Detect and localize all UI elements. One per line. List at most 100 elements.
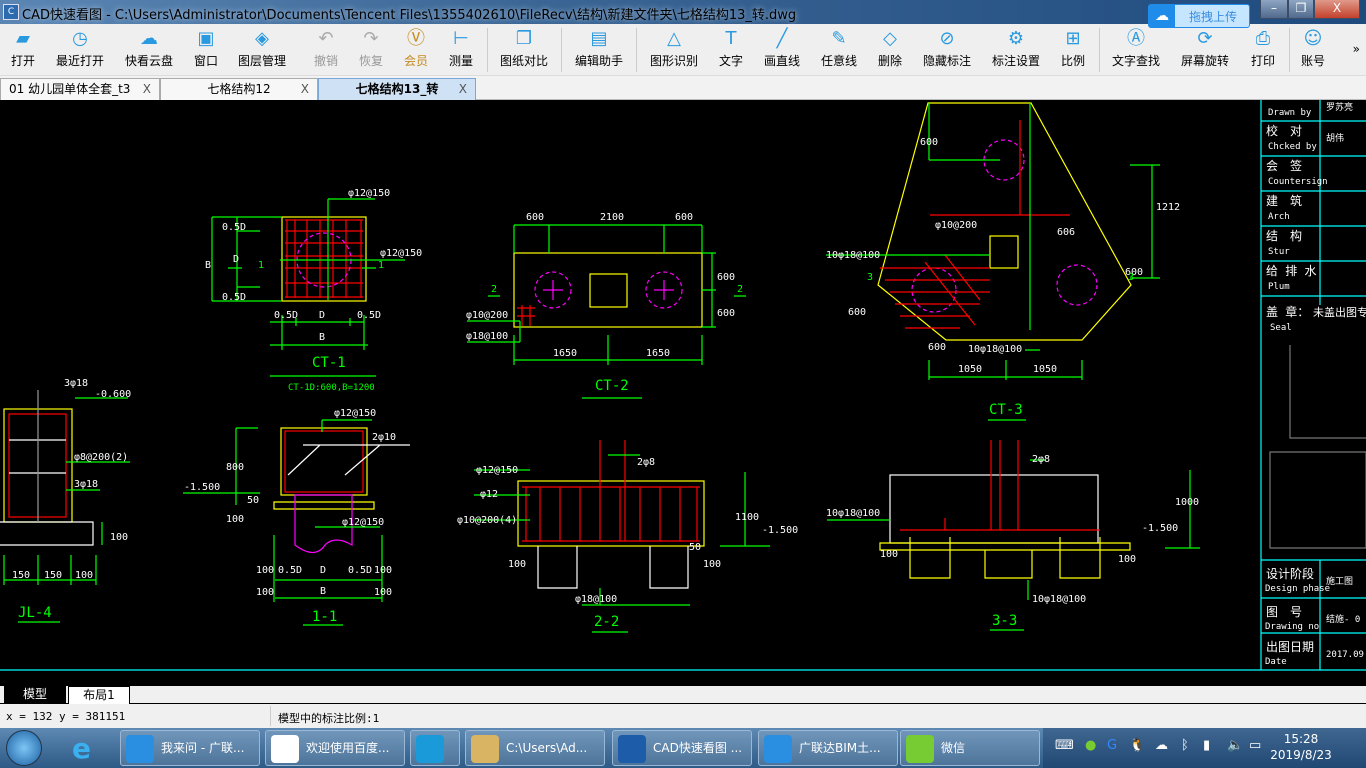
toolbar: ▰ 打开 ◷ 最近打开 ☁ 快看云盘 ▣ 窗口 ◈ 图层管理 ↶ 撤销 ↷ 恢复 Ⓥ 会员 ⊢ 测量 ❐ 图纸对比 ▤ 编…: [0, 24, 1366, 76]
keyboard-icon[interactable]: ⌨: [1055, 738, 1074, 753]
dimension-label: 0.5D: [357, 310, 381, 321]
toolbar-eraser-button[interactable]: ◇ 删除: [858, 26, 922, 74]
toolbar-text-search-button[interactable]: Ⓐ 文字查找: [1104, 26, 1168, 74]
tab-layout1[interactable]: 布局1: [68, 686, 130, 704]
seal-value: 未盖出图专: [1313, 305, 1366, 319]
power-icon[interactable]: ▮: [1203, 738, 1210, 753]
dimension-label: φ12: [480, 489, 498, 500]
tab-close-icon[interactable]: X: [301, 79, 309, 99]
toolbar-label: 测量: [448, 54, 473, 68]
title-block-lines: [0, 100, 1366, 671]
dimension-label: 1100: [735, 512, 759, 523]
taskbar-item[interactable]: 我来问 - 广联...: [120, 730, 260, 766]
tab-model[interactable]: 模型: [4, 686, 66, 704]
dimension-label: 1050: [958, 364, 982, 375]
toolbar-annotation-settings-button[interactable]: ⚙ 标注设置: [984, 26, 1048, 74]
toolbar-label: 编辑助手: [574, 54, 623, 68]
dimension-label: 100: [256, 587, 274, 598]
toolbar-rotate-screen-button[interactable]: ⟳ 屏幕旋转: [1173, 26, 1237, 74]
document-tab[interactable]: 七格结构12 X: [160, 78, 318, 100]
dimension-label: 600: [526, 212, 544, 223]
titleblock-role-cn: 给 排 水: [1266, 264, 1316, 278]
drag-upload-button[interactable]: ☁ 拖拽上传: [1148, 4, 1250, 28]
dimension-label: 1212: [1156, 202, 1180, 213]
clock[interactable]: 15:28 2019/8/23: [1261, 731, 1341, 763]
tab-close-icon[interactable]: X: [459, 79, 467, 99]
dimension-label: φ12@150: [342, 517, 384, 528]
toolbar-folder-button[interactable]: ▰ 打开: [0, 26, 55, 74]
taskbar: e 我来问 - 广联... 欢迎使用百度... C:\Users\Ad... CAD快…: [0, 728, 1366, 768]
dimension-label: 3: [867, 272, 873, 283]
volume-icon[interactable]: 🔈: [1227, 738, 1243, 753]
toolbar-line-button[interactable]: ╱ 画直线: [750, 26, 814, 74]
toolbar-cloud-button[interactable]: ☁ 快看云盘: [117, 26, 181, 74]
tab-label: 七格结构13_转: [355, 82, 439, 96]
close-button[interactable]: X: [1314, 0, 1360, 19]
restore-button[interactable]: ❐: [1288, 0, 1314, 19]
toolbar-layers-button[interactable]: ◈ 图层管理: [230, 26, 294, 74]
titleblock-field-cn: 出图日期: [1266, 640, 1314, 654]
network-icon[interactable]: ▭: [1249, 738, 1261, 753]
toolbar-window-button[interactable]: ▣ 窗口: [174, 26, 238, 74]
toolbar-label: 图形识别: [649, 54, 698, 68]
dimension-label: 3: [1128, 272, 1134, 283]
taskbar-item[interactable]: 广联达BIM土...: [758, 730, 898, 766]
dimension-label: φ8@200(2): [74, 452, 128, 463]
dimension-label: 2φ8: [637, 457, 655, 468]
dimension-label: φ12@150: [380, 248, 422, 259]
start-button[interactable]: [6, 730, 42, 766]
taskbar-app-icon: [416, 735, 444, 763]
g-tray-icon[interactable]: G: [1107, 738, 1117, 753]
document-tab[interactable]: 01 幼儿园单体全套_t3 X: [0, 78, 160, 100]
titleblock-role-cn: 结 构: [1266, 228, 1302, 243]
taskbar-item[interactable]: 欢迎使用百度...: [265, 730, 405, 766]
layers-icon: ◈: [255, 28, 269, 49]
title-ct2: CT-2: [595, 378, 629, 394]
toolbar-separator: [561, 28, 562, 72]
minimize-button[interactable]: –: [1260, 0, 1288, 19]
toolbar-compare-button[interactable]: ❐ 图纸对比: [492, 26, 556, 74]
titleblock-field-value: 2017.09: [1326, 650, 1364, 660]
taskbar-app-icon: [271, 735, 299, 763]
drawing-canvas[interactable]: φ12@150 φ12@150 B D 0.5D 0.5D 0.5D D 0.5D B 1 1 600 2…: [0, 100, 1366, 682]
upload-label: 拖拽上传: [1189, 10, 1238, 24]
dimension-label: 50: [247, 495, 259, 506]
titleblock-role-cn: 校 对: [1266, 123, 1302, 138]
app-icon: C: [3, 4, 19, 20]
baidu-tray-icon[interactable]: ☁: [1155, 738, 1168, 753]
tab-close-icon[interactable]: X: [143, 79, 151, 99]
toolbar-ruler-button[interactable]: ⊢ 测量: [429, 26, 493, 74]
dimension-label: D: [319, 310, 325, 321]
toolbar-more-button[interactable]: »: [1353, 42, 1360, 56]
toolbar-eye-hide-button[interactable]: ⊘ 隐藏标注: [915, 26, 979, 74]
document-tabs: 01 幼儿园单体全套_t3 X 七格结构12 X 七格结构13_转 X: [0, 76, 1366, 100]
taskbar-item[interactable]: C:\Users\Ad...: [465, 730, 605, 766]
titleblock-field-en: Date: [1265, 657, 1287, 667]
toolbar-edit-assistant-button[interactable]: ▤ 编辑助手: [567, 26, 631, 74]
dimension-label: 100: [256, 565, 274, 576]
taskbar-item-label: 欢迎使用百度...: [306, 741, 390, 755]
bluetooth-icon[interactable]: ᛒ: [1181, 738, 1189, 753]
taskbar-item[interactable]: [410, 730, 460, 766]
dimension-label: 800: [226, 462, 244, 473]
toolbar-scale-button[interactable]: ⊞ 比例: [1041, 26, 1105, 74]
dimension-label: -1.500: [762, 525, 798, 536]
title-3-3: 3-3: [992, 613, 1017, 629]
toolbar-shape-recognize-button[interactable]: △ 图形识别: [642, 26, 706, 74]
taskbar-item[interactable]: 微信: [900, 730, 1040, 766]
wechat-tray-icon[interactable]: ●: [1085, 738, 1096, 753]
section33-outline: [889, 474, 1099, 544]
document-tab[interactable]: 七格结构13_转 X: [318, 78, 476, 100]
toolbar-label: 图纸对比: [499, 54, 548, 68]
dimension-label: 150: [12, 570, 30, 581]
taskbar-item[interactable]: CAD快速看图 ...: [612, 730, 752, 766]
toolbar-user-button[interactable]: ☺ 账号: [1281, 26, 1345, 74]
titleblock-role-en: Plum: [1268, 282, 1290, 292]
qq-icon[interactable]: 🐧: [1129, 738, 1145, 753]
titleblock-role-en: Stur: [1268, 247, 1290, 257]
ie-icon[interactable]: e: [72, 732, 91, 765]
dimension-label: 10φ18@100: [826, 508, 880, 519]
toolbar-clock-button[interactable]: ◷ 最近打开: [48, 26, 112, 74]
toolbar-label: 隐藏标注: [922, 54, 971, 68]
title-2-2: 2-2: [594, 614, 619, 630]
